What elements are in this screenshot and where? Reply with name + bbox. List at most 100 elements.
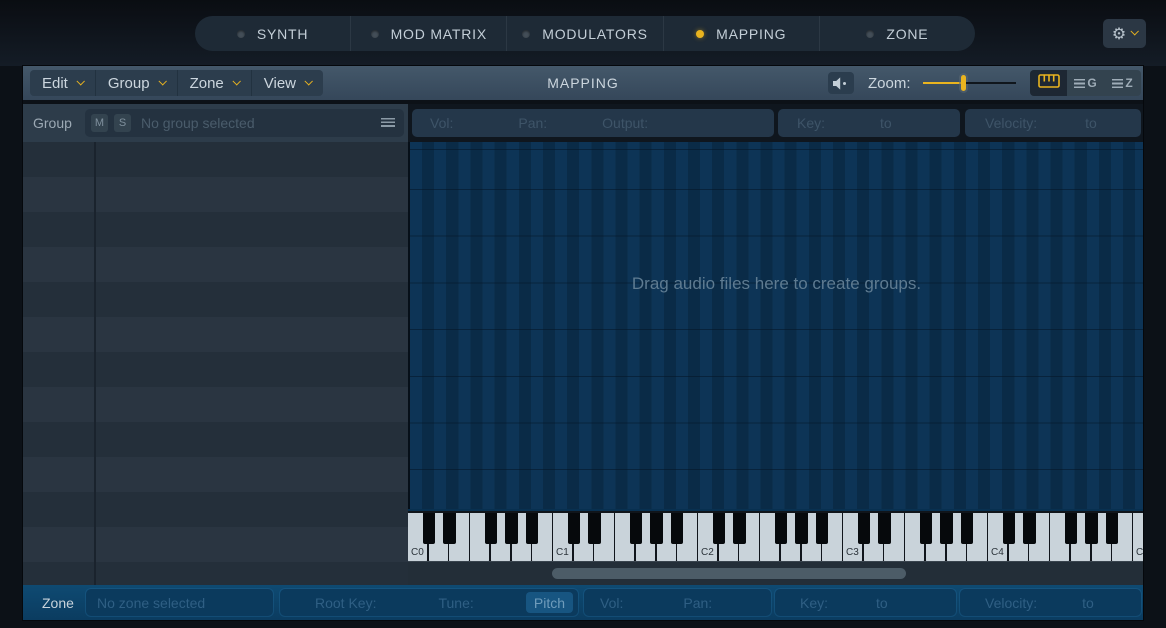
zone-list-view-button[interactable]: Z <box>1104 70 1141 96</box>
tab-label: MOD MATRIX <box>391 26 487 42</box>
group-menu-icon[interactable] <box>381 118 395 128</box>
black-key[interactable] <box>1085 513 1097 544</box>
black-key[interactable] <box>940 513 952 544</box>
tab-mod-matrix[interactable]: MOD MATRIX <box>350 16 506 51</box>
black-key[interactable] <box>961 513 973 544</box>
tab-label: MODULATORS <box>542 26 648 42</box>
group-list-row[interactable] <box>23 387 408 422</box>
group-list-row[interactable] <box>23 212 408 247</box>
black-key[interactable] <box>671 513 683 544</box>
group-list-row[interactable] <box>23 422 408 457</box>
tab-zone[interactable]: ZONE <box>819 16 975 51</box>
group-key-range-box[interactable]: Key: to <box>778 109 960 137</box>
audition-button[interactable] <box>828 72 854 94</box>
group-list-row[interactable] <box>23 457 408 492</box>
group-list-row[interactable] <box>23 527 408 562</box>
black-key[interactable] <box>1106 513 1118 544</box>
chevron-down-icon <box>76 77 84 85</box>
empty-state-message: Drag audio files here to create groups. <box>632 274 921 294</box>
group-list[interactable] <box>23 142 408 585</box>
group-list-row[interactable] <box>23 492 408 527</box>
piano-keyboard[interactable]: C0C1C2C3C4C5 <box>408 509 1143 561</box>
black-key[interactable] <box>485 513 497 544</box>
black-key[interactable] <box>878 513 890 544</box>
zone-rootkey-tune-box[interactable]: Root Key: Tune: Pitch <box>280 589 578 616</box>
zone-key-to-label: to <box>876 595 888 611</box>
group-key-to-label: to <box>880 115 892 131</box>
black-key[interactable] <box>443 513 455 544</box>
group-list-divider <box>94 142 96 585</box>
zone-pan-label: Pan: <box>683 595 712 611</box>
menu-bar: MAPPING EditGroupZoneView Zoom: GZ <box>23 66 1143 100</box>
view-toggle-group: GZ <box>1030 70 1141 96</box>
group-list-row[interactable] <box>23 282 408 317</box>
black-key[interactable] <box>423 513 435 544</box>
menu-group[interactable]: Group <box>95 70 177 96</box>
group-list-row[interactable] <box>23 562 408 585</box>
zone-pitch-button[interactable]: Pitch <box>526 592 573 613</box>
black-key[interactable] <box>630 513 642 544</box>
group-velocity-range-box[interactable]: Velocity: to <box>965 109 1141 137</box>
black-key[interactable] <box>1023 513 1035 544</box>
group-list-row[interactable] <box>23 352 408 387</box>
group-output-label: Output: <box>602 115 648 131</box>
menu-label: Group <box>108 75 150 92</box>
group-vol-pan-output-box[interactable]: Vol: Pan: Output: <box>412 109 774 137</box>
group-list-row[interactable] <box>23 317 408 352</box>
zoom-slider[interactable] <box>923 66 1018 100</box>
tab-led-indicator <box>237 30 245 38</box>
black-key[interactable] <box>568 513 580 544</box>
group-key-label: Key: <box>797 115 825 131</box>
tab-mapping[interactable]: MAPPING <box>663 16 819 51</box>
zone-selection-text: No zone selected <box>97 595 205 611</box>
black-key[interactable] <box>733 513 745 544</box>
black-key[interactable] <box>816 513 828 544</box>
settings-button[interactable]: ⚙ <box>1103 19 1146 48</box>
tab-label: SYNTH <box>257 26 308 42</box>
group-pan-label: Pan: <box>518 115 547 131</box>
list-lines-icon <box>1112 79 1123 88</box>
black-key[interactable] <box>713 513 725 544</box>
black-key[interactable] <box>920 513 932 544</box>
group-selector[interactable]: M S No group selected <box>85 109 404 137</box>
zone-key-range-box[interactable]: Key: to <box>775 589 956 616</box>
zone-vol-pan-box[interactable]: Vol: Pan: <box>584 589 771 616</box>
mapping-grid[interactable]: Drag audio files here to create groups. <box>408 142 1143 509</box>
black-key[interactable] <box>505 513 517 544</box>
tab-label: ZONE <box>886 26 928 42</box>
piano-keys-icon <box>1038 74 1060 93</box>
group-list-row[interactable] <box>23 142 408 177</box>
black-key[interactable] <box>526 513 538 544</box>
menu-view[interactable]: View <box>251 70 323 96</box>
black-key[interactable] <box>795 513 807 544</box>
octave-label: C0 <box>411 547 424 558</box>
keyboard-scrollbar[interactable] <box>408 561 1143 585</box>
black-key[interactable] <box>858 513 870 544</box>
black-key[interactable] <box>588 513 600 544</box>
zoom-slider-fill <box>923 82 961 85</box>
keyboard-scrollbar-thumb[interactable] <box>552 568 906 579</box>
gear-icon: ⚙ <box>1112 26 1126 42</box>
tab-led-indicator <box>866 30 874 38</box>
black-key[interactable] <box>775 513 787 544</box>
tab-led-indicator <box>522 30 530 38</box>
zone-velocity-range-box[interactable]: Velocity: to <box>960 589 1141 616</box>
group-list-view-button[interactable]: G <box>1067 70 1104 96</box>
menu-zone[interactable]: Zone <box>177 70 251 96</box>
group-selection-text: No group selected <box>141 115 381 131</box>
group-row: Group M S No group selected Vol: Pan: Ou… <box>23 104 1143 142</box>
tab-modulators[interactable]: MODULATORS <box>506 16 662 51</box>
group-list-row[interactable] <box>23 177 408 212</box>
menu-edit[interactable]: Edit <box>30 70 95 96</box>
keyboard-view-button[interactable] <box>1030 70 1067 96</box>
zone-selector[interactable]: No zone selected <box>86 589 273 616</box>
black-key[interactable] <box>1003 513 1015 544</box>
black-key[interactable] <box>1065 513 1077 544</box>
black-key[interactable] <box>650 513 662 544</box>
group-mute-button[interactable]: M <box>91 114 108 132</box>
group-list-row[interactable] <box>23 247 408 282</box>
tab-synth[interactable]: SYNTH <box>195 16 350 51</box>
group-solo-button[interactable]: S <box>114 114 131 132</box>
zone-velocity-label: Velocity: <box>985 595 1037 611</box>
zone-root-key-label: Root Key: <box>315 595 376 611</box>
